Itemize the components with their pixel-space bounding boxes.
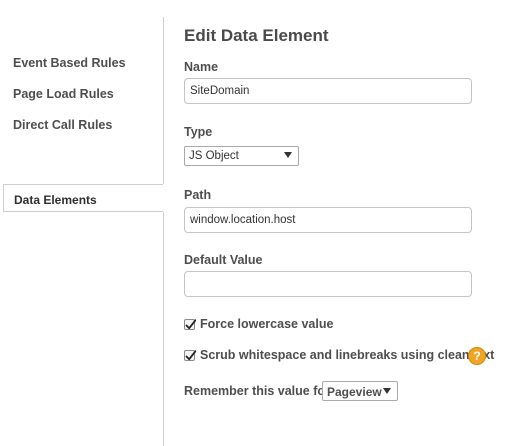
page-title: Edit Data Element	[184, 26, 329, 45]
sidebar-divider	[163, 17, 164, 184]
type-label: Type	[184, 125, 213, 139]
type-select-value: JS Object	[189, 150, 239, 162]
sidebar-divider	[163, 212, 164, 446]
remember-select[interactable]: Pageview	[322, 381, 398, 401]
default-value-label: Default Value	[184, 253, 263, 267]
check-icon	[185, 350, 196, 361]
sidebar: Event Based Rules Page Load Rules Direct…	[0, 0, 163, 446]
remember-label: Remember this value for	[184, 384, 330, 398]
sidebar-tab-data-elements[interactable]: Data Elements	[3, 184, 163, 212]
sidebar-item-event-based-rules[interactable]: Event Based Rules	[13, 56, 126, 70]
help-icon[interactable]: ?	[468, 347, 486, 365]
type-select[interactable]: JS Object	[184, 146, 299, 166]
chevron-down-icon	[284, 152, 292, 158]
sidebar-item-direct-call-rules[interactable]: Direct Call Rules	[13, 118, 112, 132]
chevron-down-icon	[383, 388, 391, 394]
name-label: Name	[184, 60, 219, 74]
scrub-whitespace-label: Scrub whitespace and linebreaks using cl…	[200, 348, 495, 362]
path-input[interactable]	[184, 207, 472, 233]
scrub-whitespace-checkbox[interactable]	[184, 350, 196, 361]
force-lowercase-checkbox[interactable]	[184, 319, 196, 330]
main-form: Edit Data Element Name Type JS Object Pa…	[184, 0, 504, 446]
check-icon	[185, 319, 196, 330]
path-label: Path	[184, 188, 212, 202]
edit-data-element-page: Event Based Rules Page Load Rules Direct…	[0, 0, 510, 446]
name-input[interactable]	[184, 78, 472, 104]
sidebar-tab-label: Data Elements	[14, 193, 97, 207]
default-value-input[interactable]	[184, 271, 472, 297]
remember-select-value: Pageview	[327, 385, 382, 399]
sidebar-item-page-load-rules[interactable]: Page Load Rules	[13, 87, 114, 101]
force-lowercase-label: Force lowercase value	[200, 317, 334, 331]
